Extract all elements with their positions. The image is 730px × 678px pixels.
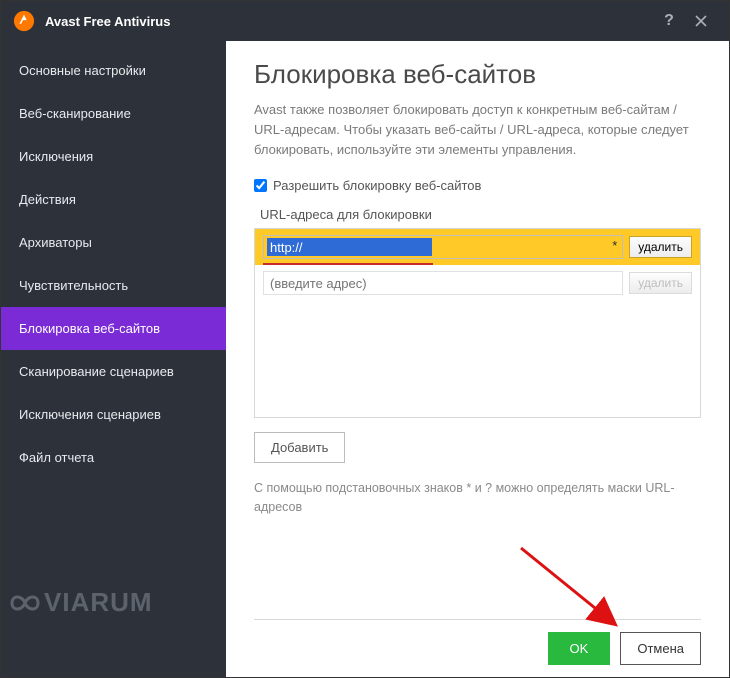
sidebar-item-sensitivity[interactable]: Чувствительность (1, 264, 226, 307)
sidebar-item-basic-settings[interactable]: Основные настройки (1, 49, 226, 92)
wildcard-hint: С помощью подстановочных знаков * и ? мо… (254, 479, 694, 517)
page-title: Блокировка веб-сайтов (254, 59, 701, 90)
delete-button[interactable]: удалить (629, 236, 692, 258)
enable-blocking-checkbox[interactable] (254, 179, 267, 192)
sidebar-item-web-scanning[interactable]: Веб-сканирование (1, 92, 226, 135)
help-button[interactable]: ? (653, 5, 685, 37)
sidebar-item-script-exclusions[interactable]: Исключения сценариев (1, 393, 226, 436)
url-input[interactable] (263, 235, 623, 259)
sidebar-item-archivers[interactable]: Архиваторы (1, 221, 226, 264)
close-button[interactable] (685, 5, 717, 37)
sidebar-item-exclusions[interactable]: Исключения (1, 135, 226, 178)
enable-blocking-label: Разрешить блокировку веб-сайтов (273, 178, 481, 193)
delete-button-disabled: удалить (629, 272, 692, 294)
url-section-label: URL-адреса для блокировки (254, 207, 701, 222)
main-panel: Блокировка веб-сайтов Avast также позвол… (226, 41, 729, 677)
page-description: Avast также позволяет блокировать доступ… (254, 100, 694, 160)
avast-logo-icon (13, 10, 35, 32)
sidebar-item-report-file[interactable]: Файл отчета (1, 436, 226, 479)
sidebar-item-script-scanning[interactable]: Сканирование сценариев (1, 350, 226, 393)
titlebar: Avast Free Antivirus ? (1, 1, 729, 41)
url-row: * удалить (255, 229, 700, 265)
url-input-empty[interactable] (263, 271, 623, 295)
footer: OK Отмена (254, 619, 701, 677)
sidebar-item-actions[interactable]: Действия (1, 178, 226, 221)
url-list: * удалить удалить (254, 228, 701, 418)
enable-blocking-checkbox-row[interactable]: Разрешить блокировку веб-сайтов (254, 178, 701, 193)
annotation-underline (263, 263, 433, 265)
add-button[interactable]: Добавить (254, 432, 345, 463)
url-row: удалить (255, 265, 700, 301)
ok-button[interactable]: OK (548, 632, 611, 665)
sidebar-item-site-blocking[interactable]: Блокировка веб-сайтов (1, 307, 226, 350)
cancel-button[interactable]: Отмена (620, 632, 701, 665)
wildcard-star: * (612, 238, 617, 253)
window-title: Avast Free Antivirus (45, 14, 170, 29)
sidebar: Основные настройки Веб-сканирование Искл… (1, 41, 226, 677)
